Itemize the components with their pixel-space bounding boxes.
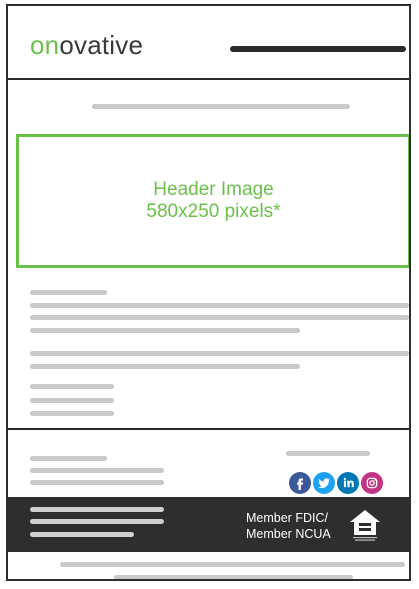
link-placeholder[interactable] [30, 411, 114, 416]
member-fdic-label: Member FDIC/ [246, 511, 328, 525]
footer-text-placeholder [30, 519, 164, 524]
body-text-line [30, 303, 409, 308]
preheader-text-placeholder [92, 104, 350, 109]
equal-housing-lender-icon [350, 510, 380, 541]
facebook-icon[interactable] [289, 472, 311, 494]
footer-text-placeholder [30, 532, 134, 537]
member-ncua-label: Member NCUA [246, 527, 331, 541]
fine-print-placeholder [114, 575, 353, 579]
body-text-line [30, 351, 409, 356]
content-divider [8, 428, 409, 430]
fine-print-placeholder [60, 562, 405, 567]
logo-text: ovative [59, 30, 144, 60]
header-image-size-label: 580x250 pixels* [146, 201, 281, 222]
footer-text-placeholder [30, 507, 164, 512]
header-image-placeholder: Header Image 580x250 pixels* [16, 134, 409, 268]
body-text-line [30, 328, 300, 333]
brand-logo[interactable]: onovative [30, 30, 143, 61]
header-image-label: Header Image [153, 179, 274, 200]
prefooter-text-placeholder [30, 456, 107, 461]
prefooter-text-placeholder [30, 480, 164, 485]
email-template-frame: onovative Header Image 580x250 pixels* M… [6, 4, 411, 581]
logo-prefix: on [30, 30, 60, 60]
body-text-line [30, 364, 300, 369]
body-text-line [30, 315, 409, 320]
prefooter-text-placeholder [30, 468, 164, 473]
social-heading-placeholder [286, 451, 370, 456]
linkedin-icon[interactable] [337, 472, 359, 494]
twitter-icon[interactable] [313, 472, 335, 494]
member-text: Member FDIC/ Member NCUA [246, 510, 331, 542]
footer-bar: Member FDIC/ Member NCUA [8, 497, 409, 552]
header-divider [8, 78, 409, 80]
instagram-icon[interactable] [361, 472, 383, 494]
link-placeholder[interactable] [30, 398, 114, 403]
body-heading-placeholder [30, 290, 107, 295]
link-placeholder[interactable] [30, 384, 114, 389]
header-nav-placeholder [230, 46, 406, 52]
